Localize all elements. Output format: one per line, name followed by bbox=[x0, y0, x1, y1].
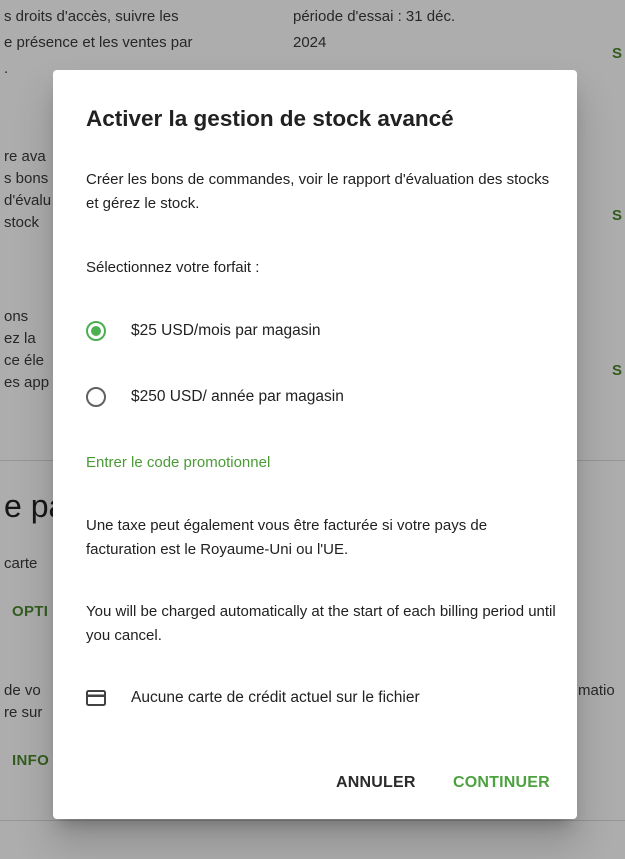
dialog-description: Créer les bons de commandes, voir le rap… bbox=[86, 171, 550, 212]
radio-unselected-icon[interactable] bbox=[86, 387, 106, 407]
advanced-stock-dialog: Activer la gestion de stock avancé Créer… bbox=[53, 70, 577, 819]
credit-card-row: Aucune carte de crédit actuel sur le fic… bbox=[86, 689, 420, 707]
dialog-title: Activer la gestion de stock avancé bbox=[86, 106, 454, 131]
cancel-button[interactable]: ANNULER bbox=[336, 774, 416, 792]
billing-note: You will be charged automatically at the… bbox=[86, 603, 556, 644]
plan-option-yearly[interactable]: $250 USD/ année par magasin bbox=[86, 384, 546, 410]
promo-code-link[interactable]: Entrer le code promotionnel bbox=[86, 454, 270, 471]
plan-option-label: $25 USD/mois par magasin bbox=[131, 322, 321, 339]
continue-button[interactable]: CONTINUER bbox=[453, 774, 550, 792]
radio-selected-icon[interactable] bbox=[86, 321, 106, 341]
credit-card-icon bbox=[86, 690, 106, 706]
credit-card-label: Aucune carte de crédit actuel sur le fic… bbox=[131, 689, 420, 706]
tax-note: Une taxe peut également vous être factur… bbox=[86, 517, 488, 558]
plan-option-label: $250 USD/ année par magasin bbox=[131, 388, 344, 405]
plan-option-monthly[interactable]: $25 USD/mois par magasin bbox=[86, 318, 546, 344]
select-plan-label: Sélectionnez votre forfait : bbox=[86, 259, 260, 276]
